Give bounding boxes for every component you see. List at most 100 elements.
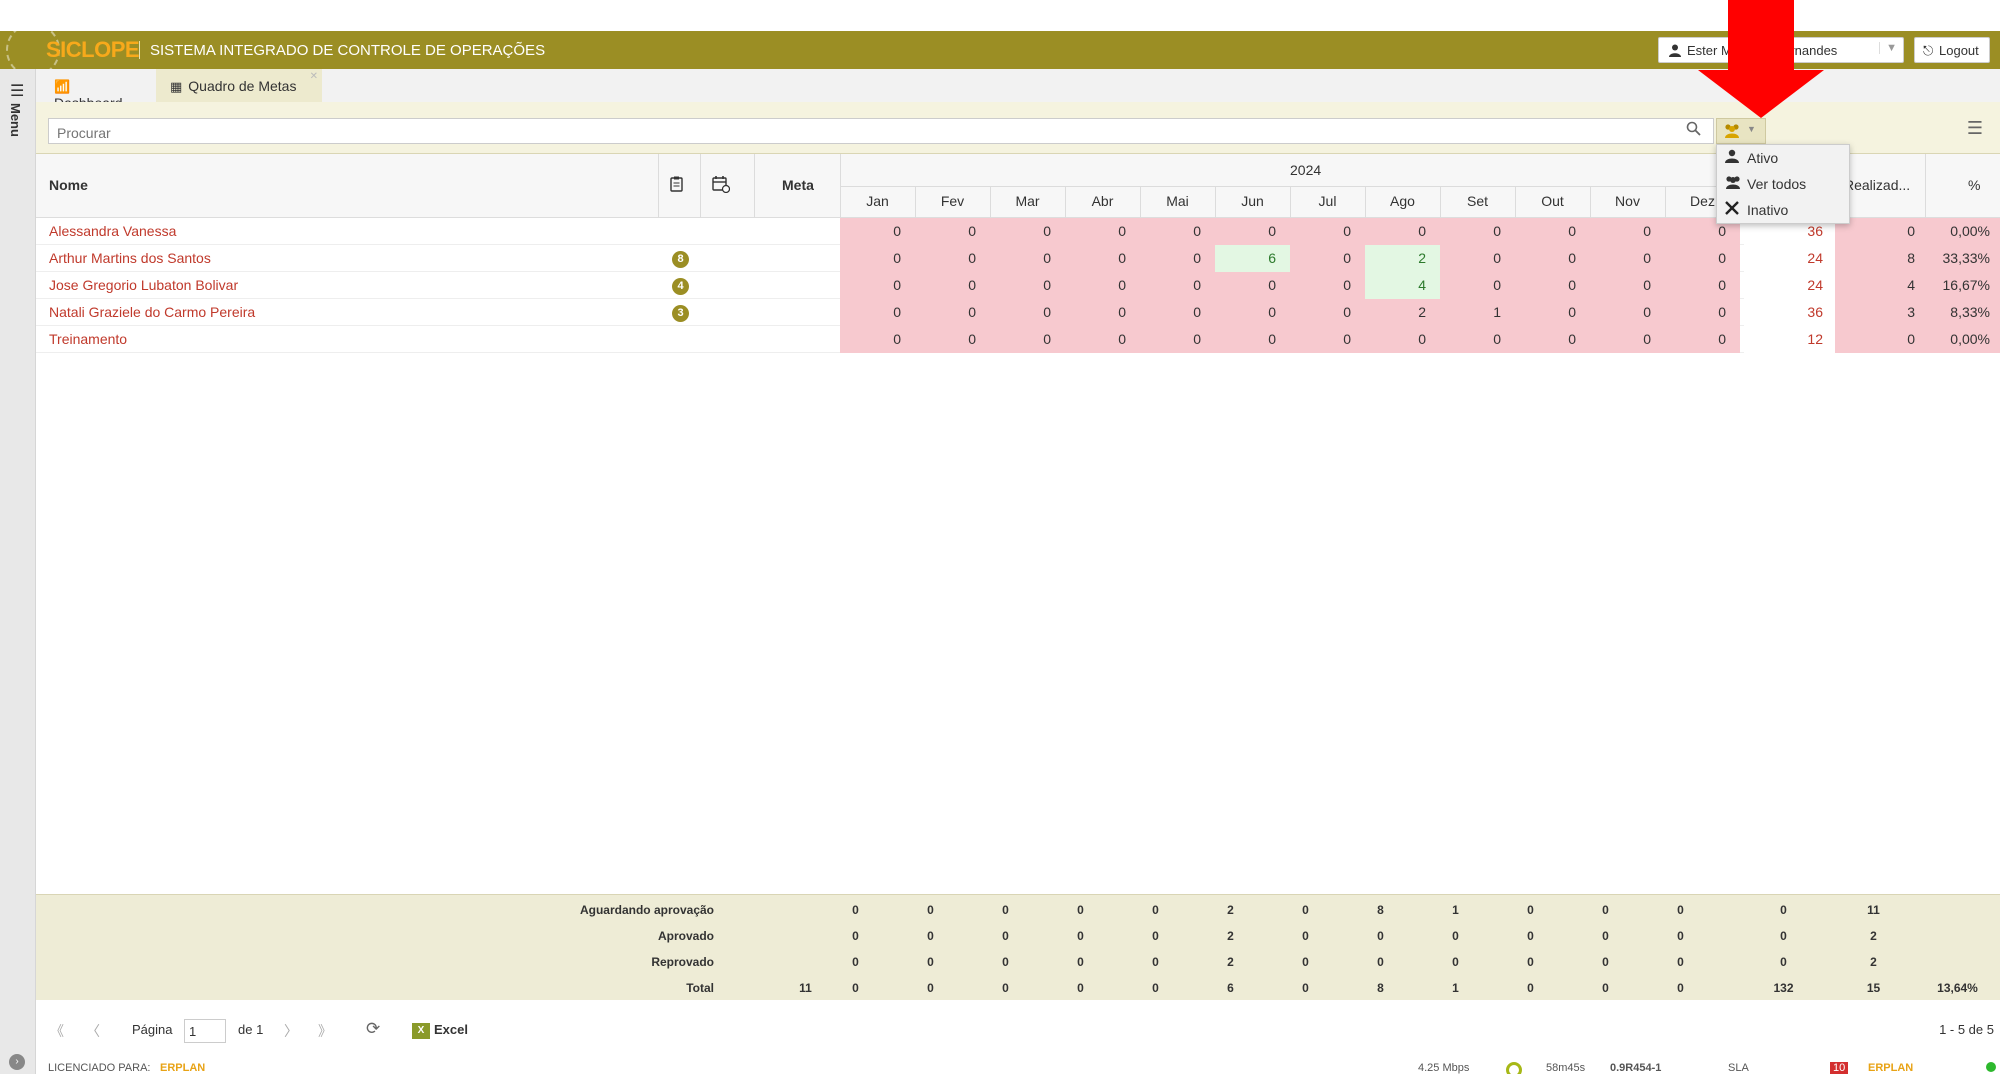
previous-page-icon[interactable]: 〈 bbox=[86, 1021, 100, 1041]
month-cell[interactable]: 0 bbox=[1290, 218, 1365, 245]
table-row[interactable]: Arthur Martins dos Santos820000060200002… bbox=[36, 245, 2000, 272]
month-cell[interactable]: 6 bbox=[1215, 245, 1290, 272]
month-cell[interactable]: 0 bbox=[1665, 245, 1740, 272]
month-cell[interactable]: 1 bbox=[1440, 299, 1515, 326]
dropdown-item-ativo[interactable]: Ativo bbox=[1725, 149, 1778, 169]
column-header-month[interactable]: Nov bbox=[1590, 193, 1665, 209]
month-cell[interactable]: 0 bbox=[840, 218, 915, 245]
month-cell[interactable]: 0 bbox=[1065, 218, 1140, 245]
row-name-link[interactable]: Arthur Martins dos Santos bbox=[49, 245, 211, 272]
row-name-link[interactable]: Treinamento bbox=[49, 326, 127, 353]
close-tab-icon[interactable]: ✕ bbox=[310, 71, 318, 82]
clipboard-icon[interactable] bbox=[670, 176, 683, 195]
column-menu-icon[interactable]: ☰ bbox=[1962, 118, 1988, 144]
search-input[interactable] bbox=[48, 118, 1714, 144]
column-header-month[interactable]: Mai bbox=[1140, 193, 1215, 209]
month-cell[interactable]: 0 bbox=[1140, 272, 1215, 299]
month-cell[interactable]: 0 bbox=[1290, 299, 1365, 326]
month-cell[interactable]: 0 bbox=[1590, 272, 1665, 299]
month-cell[interactable]: 0 bbox=[990, 245, 1065, 272]
column-header-month[interactable]: Out bbox=[1515, 193, 1590, 209]
expand-icon[interactable]: › bbox=[9, 1054, 25, 1070]
column-header-percent[interactable]: % bbox=[1968, 177, 1980, 193]
month-cell[interactable]: 0 bbox=[1065, 299, 1140, 326]
row-name-link[interactable]: Jose Gregorio Lubaton Bolivar bbox=[49, 272, 238, 299]
row-name-link[interactable]: Natali Graziele do Carmo Pereira bbox=[49, 299, 255, 326]
month-cell[interactable]: 0 bbox=[1140, 218, 1215, 245]
next-page-icon[interactable]: 〉 bbox=[284, 1021, 298, 1041]
month-cell[interactable]: 0 bbox=[1515, 272, 1590, 299]
month-cell[interactable]: 0 bbox=[840, 326, 915, 353]
month-cell[interactable]: 0 bbox=[990, 326, 1065, 353]
column-header-month[interactable]: Jul bbox=[1290, 193, 1365, 209]
month-cell[interactable]: 0 bbox=[1440, 272, 1515, 299]
month-cell[interactable]: 0 bbox=[1590, 326, 1665, 353]
month-cell[interactable]: 0 bbox=[1140, 245, 1215, 272]
version[interactable]: 0.9R454-1 bbox=[1610, 1062, 1661, 1074]
month-cell[interactable]: 0 bbox=[1290, 326, 1365, 353]
month-cell[interactable]: 0 bbox=[1515, 245, 1590, 272]
month-cell[interactable]: 0 bbox=[1065, 272, 1140, 299]
month-cell[interactable]: 0 bbox=[1665, 326, 1740, 353]
month-cell[interactable]: 0 bbox=[1215, 218, 1290, 245]
month-cell[interactable]: 0 bbox=[1215, 299, 1290, 326]
last-page-icon[interactable]: 》 bbox=[318, 1021, 332, 1041]
month-cell[interactable]: 0 bbox=[1290, 272, 1365, 299]
month-cell[interactable]: 0 bbox=[1515, 326, 1590, 353]
month-cell[interactable]: 0 bbox=[1440, 218, 1515, 245]
month-cell[interactable]: 0 bbox=[1140, 326, 1215, 353]
month-cell[interactable]: 0 bbox=[990, 299, 1065, 326]
month-cell[interactable]: 0 bbox=[1440, 245, 1515, 272]
app-logo[interactable]: SICLOPE bbox=[46, 37, 140, 63]
column-header-month[interactable]: Jan bbox=[840, 193, 915, 209]
hamburger-icon[interactable]: ☰ bbox=[10, 81, 24, 101]
month-cell[interactable]: 0 bbox=[915, 299, 990, 326]
month-cell[interactable]: 0 bbox=[1290, 245, 1365, 272]
menu-label[interactable]: Menu bbox=[8, 103, 23, 137]
month-cell[interactable]: 0 bbox=[1440, 326, 1515, 353]
month-cell[interactable]: 0 bbox=[1590, 299, 1665, 326]
month-cell[interactable]: 2 bbox=[1365, 245, 1440, 272]
table-row[interactable]: Treinamento10000000000001200,00% bbox=[36, 326, 2000, 353]
column-header-month[interactable]: Fev bbox=[915, 193, 990, 209]
side-menu-strip[interactable]: ☰ Menu › bbox=[0, 69, 36, 1074]
month-cell[interactable]: 0 bbox=[1365, 326, 1440, 353]
month-cell[interactable]: 0 bbox=[1365, 218, 1440, 245]
month-cell[interactable]: 0 bbox=[1590, 245, 1665, 272]
excel-export-button[interactable]: X Excel bbox=[412, 1022, 468, 1039]
month-cell[interactable]: 0 bbox=[1215, 272, 1290, 299]
chevron-down-icon[interactable]: ▼ bbox=[1879, 42, 1897, 54]
column-header-month[interactable]: Mar bbox=[990, 193, 1065, 209]
dropdown-item-inativo[interactable]: Inativo bbox=[1725, 201, 1788, 221]
month-cell[interactable]: 0 bbox=[1215, 326, 1290, 353]
search-icon[interactable] bbox=[1686, 121, 1701, 140]
month-cell[interactable]: 0 bbox=[1140, 299, 1215, 326]
month-cell[interactable]: 0 bbox=[1665, 272, 1740, 299]
count-badge[interactable]: 8 bbox=[672, 251, 689, 268]
month-cell[interactable]: 0 bbox=[915, 218, 990, 245]
count-badge[interactable]: 3 bbox=[672, 305, 689, 322]
month-cell[interactable]: 0 bbox=[1590, 218, 1665, 245]
column-header-meta[interactable]: Meta bbox=[782, 177, 814, 193]
page-number-input[interactable] bbox=[184, 1019, 226, 1043]
row-name-link[interactable]: Alessandra Vanessa bbox=[49, 218, 176, 245]
month-cell[interactable]: 0 bbox=[990, 218, 1065, 245]
month-cell[interactable]: 0 bbox=[990, 272, 1065, 299]
month-cell[interactable]: 4 bbox=[1365, 272, 1440, 299]
sla-menu[interactable]: SLA bbox=[1728, 1062, 1749, 1074]
table-row[interactable]: Alessandra Vanessa30000000000003600,00% bbox=[36, 218, 2000, 245]
calendar-icon[interactable] bbox=[712, 176, 731, 196]
column-header-month[interactable]: Abr bbox=[1065, 193, 1140, 209]
month-cell[interactable]: 0 bbox=[915, 245, 990, 272]
column-header-month[interactable]: Set bbox=[1440, 193, 1515, 209]
month-cell[interactable]: 0 bbox=[1515, 218, 1590, 245]
tab-dashboard[interactable]: 📶Dashboard bbox=[40, 69, 156, 111]
refresh-icon[interactable]: ⟳ bbox=[366, 1019, 380, 1039]
logout-button[interactable]: ⎋ Logout bbox=[1914, 37, 1990, 63]
table-row[interactable]: Natali Graziele do Carmo Pereira33000000… bbox=[36, 299, 2000, 326]
month-cell[interactable]: 0 bbox=[1065, 245, 1140, 272]
month-cell[interactable]: 0 bbox=[840, 272, 915, 299]
status-filter-button[interactable]: ▼ bbox=[1716, 118, 1766, 144]
count-badge[interactable]: 4 bbox=[672, 278, 689, 295]
column-header-month[interactable]: Ago bbox=[1365, 193, 1440, 209]
